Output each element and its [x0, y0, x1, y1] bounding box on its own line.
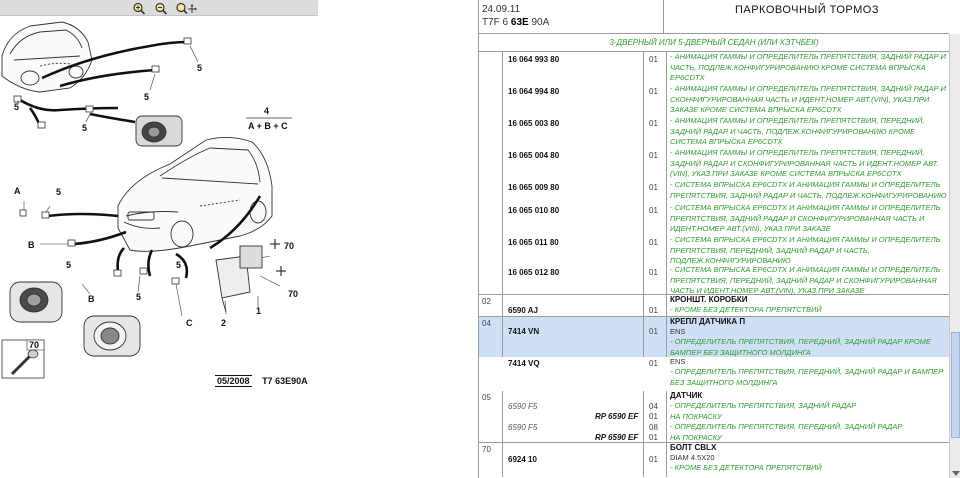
- part-number[interactable]: 16 065 011 80: [508, 238, 559, 247]
- svg-text:5: 5: [66, 260, 71, 270]
- part-number[interactable]: 16 065 004 80: [508, 151, 559, 160]
- table-row[interactable]: 16 064 993 80 01 - АНИМАЦИЯ ГАММЫ И ОПРЕ…: [479, 52, 949, 295]
- header-info: 24.09.11 T7F 6 63E 90A: [479, 0, 664, 34]
- header-code: T7F 6 63E 90A: [482, 17, 550, 28]
- sensor-bezel-illustration: [83, 315, 141, 357]
- part-number[interactable]: 16 065 003 80: [508, 119, 559, 128]
- svg-text:5: 5: [82, 123, 87, 133]
- variant-label: 3-ДВЕРНЫЙ ИЛИ 5-ДВЕРНЫЙ СЕДАН (ИЛИ ХЭТЧБ…: [479, 34, 949, 52]
- zoom-out-icon[interactable]: [154, 1, 168, 15]
- group-number: 70: [479, 443, 503, 477]
- vertical-scrollbar[interactable]: [949, 34, 960, 478]
- table-row[interactable]: 70 6924 10 01 БОЛТ СВLX DIAM 4.5X20 - КР…: [479, 443, 949, 477]
- part-title: КРОНШТ. КОРОБКИ: [670, 295, 748, 304]
- svg-text:70: 70: [284, 241, 294, 251]
- parts-header: 24.09.11 T7F 6 63E 90A ПАРКОВОЧНЫЙ ТОРМО…: [479, 0, 949, 34]
- svg-text:5: 5: [136, 292, 141, 302]
- svg-text:B: B: [28, 240, 35, 250]
- table-row-selected[interactable]: 04 7414 VN 01 КРЕПЛ ДАТЧИКА П ENS - ОПРЕ…: [479, 317, 949, 391]
- part-number[interactable]: 7414 VN: [508, 327, 539, 336]
- zoom-in-icon[interactable]: [132, 1, 146, 15]
- table-row[interactable]: 05 ДАТЧИК 6590 F5 04 RP 6590 EF 01 - ОПР…: [479, 391, 949, 443]
- svg-text:5: 5: [144, 92, 149, 102]
- part-number[interactable]: 16 065 009 80: [508, 183, 559, 192]
- diagram-reference: 05/2008 T7 63E90A: [215, 375, 308, 387]
- car-front-illustration: [117, 137, 273, 252]
- svg-text:5: 5: [56, 187, 61, 197]
- part-number[interactable]: 16 065 012 80: [508, 268, 559, 277]
- group-number: 02: [479, 295, 503, 316]
- svg-text:1: 1: [256, 306, 261, 316]
- diagram-date: 05/2008: [215, 375, 252, 387]
- part-title: ДАТЧИК: [670, 391, 703, 400]
- part-number[interactable]: 6590 F5: [508, 423, 537, 432]
- pane-divider: [318, 0, 478, 478]
- diagram-code: T7 63E90A: [262, 376, 308, 386]
- scrollbar-thumb[interactable]: [951, 332, 960, 438]
- diagram-pane: 5 5 5 5 4 A + B + C A 5 B 5 B 5 5 C 70 7…: [0, 0, 318, 478]
- svg-text:A: A: [14, 186, 21, 196]
- svg-text:70: 70: [288, 289, 298, 299]
- scroll-down-icon[interactable]: [952, 471, 960, 476]
- part-number[interactable]: 16 064 993 80: [508, 55, 559, 64]
- svg-text:70: 70: [29, 340, 39, 350]
- svg-text:C: C: [186, 318, 193, 328]
- svg-text:5: 5: [176, 260, 181, 270]
- table-row[interactable]: 02 6590 AJ 01 КРОНШТ. КОРОБКИ - КРОМЕ БЕ…: [479, 295, 949, 317]
- svg-text:B: B: [88, 294, 95, 304]
- header-date: 24.09.11: [482, 4, 521, 15]
- part-number[interactable]: 16 065 010 80: [508, 206, 559, 215]
- parts-diagram: 5 5 5 5 4 A + B + C A 5 B 5 B 5 5 C 70 7…: [1, 21, 298, 379]
- zoom-toolbar: [0, 0, 318, 16]
- part-title: БОЛТ СВLX: [670, 443, 717, 452]
- bracket-illustration: [215, 245, 263, 313]
- part-number[interactable]: 6590 F5: [508, 402, 537, 411]
- zoom-pan-icon[interactable]: [175, 1, 197, 15]
- svg-text:2: 2: [221, 318, 226, 328]
- part-number[interactable]: 16 064 994 80: [508, 87, 559, 96]
- parts-table: 16 064 993 80 01 - АНИМАЦИЯ ГАММЫ И ОПРЕ…: [479, 52, 949, 478]
- rear-sensor-illustration: [135, 115, 183, 147]
- page-title: ПАРКОВОЧНЫЙ ТОРМОЗ: [734, 4, 880, 16]
- front-sensor-illustration: [9, 281, 63, 323]
- part-number[interactable]: 6590 AJ: [508, 306, 538, 315]
- replacement-part-number[interactable]: RP 6590 EF: [595, 412, 638, 421]
- svg-text:A + B + C: A + B + C: [248, 121, 288, 131]
- svg-text:5: 5: [14, 102, 19, 112]
- svg-text:4: 4: [264, 106, 269, 116]
- svg-text:5: 5: [197, 63, 202, 73]
- part-title: КРЕПЛ ДАТЧИКА П: [670, 317, 746, 326]
- part-number[interactable]: 7414 VQ: [508, 359, 540, 368]
- part-number[interactable]: 6924 10: [508, 455, 537, 464]
- parts-pane: 24.09.11 T7F 6 63E 90A ПАРКОВОЧНЫЙ ТОРМО…: [478, 0, 960, 478]
- replacement-part-number[interactable]: RP 6590 EF: [595, 433, 638, 442]
